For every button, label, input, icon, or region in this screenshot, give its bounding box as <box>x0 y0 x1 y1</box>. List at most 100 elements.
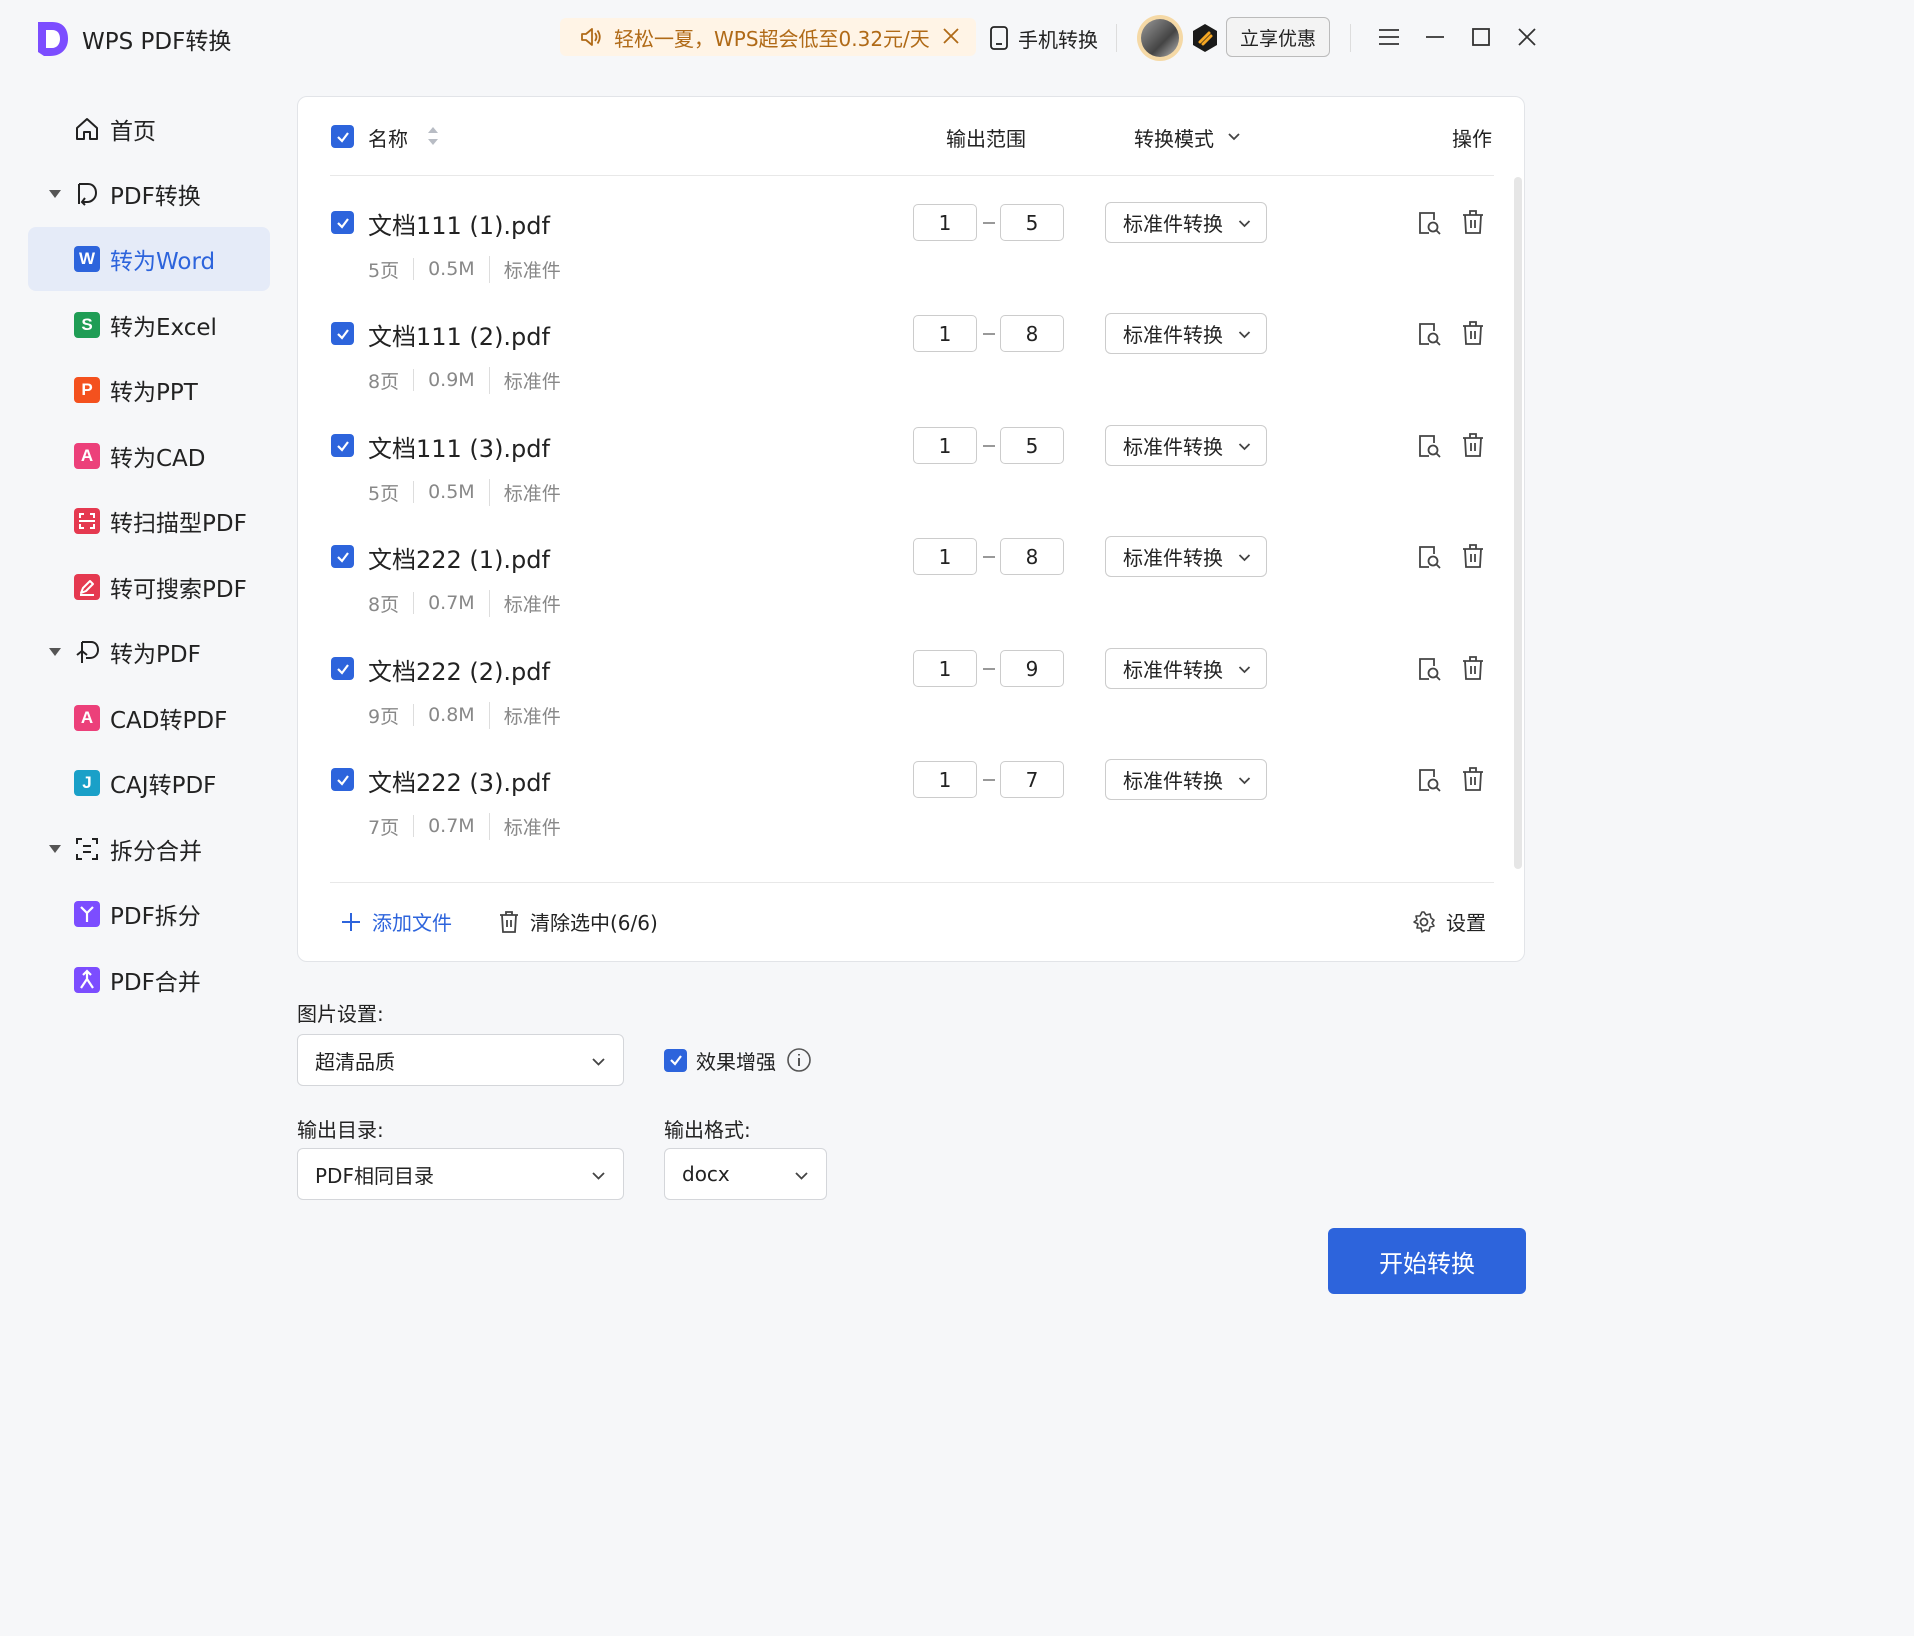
delete-icon[interactable] <box>1461 543 1485 569</box>
check-icon <box>336 551 349 563</box>
conversion-mode-select[interactable]: 标准件转换 <box>1105 202 1267 243</box>
sidebar-item-to-ppt[interactable]: P 转为PPT <box>28 358 270 422</box>
conversion-mode-select[interactable]: 标准件转换 <box>1105 759 1267 800</box>
column-header-mode[interactable]: 转换模式 <box>1134 123 1214 152</box>
sidebar-item-to-excel[interactable]: S 转为Excel <box>28 293 270 357</box>
sidebar-item-searchable-pdf[interactable]: 转可搜索PDF <box>28 555 270 619</box>
range-to-input[interactable]: 5 <box>1000 427 1064 464</box>
sidebar-item-pdf-merge[interactable]: PDF合并 <box>28 948 270 1012</box>
range-to-input[interactable]: 9 <box>1000 650 1064 687</box>
preview-icon[interactable] <box>1416 210 1442 236</box>
delete-icon[interactable] <box>1461 432 1485 458</box>
delete-icon[interactable] <box>1461 766 1485 792</box>
claim-offer-button[interactable]: 立享优惠 <box>1226 17 1330 57</box>
app-title: WPS PDF转换 <box>82 29 232 55</box>
caj-to-pdf-icon: J <box>74 770 100 796</box>
row-checkbox[interactable] <box>331 434 354 457</box>
preview-icon[interactable] <box>1416 433 1442 459</box>
conversion-mode-select[interactable]: 标准件转换 <box>1105 313 1267 354</box>
range-separator <box>983 556 995 558</box>
output-format-select[interactable]: docx <box>664 1148 827 1200</box>
row-checkbox[interactable] <box>331 545 354 568</box>
range-separator <box>983 445 995 447</box>
add-file-button[interactable]: 添加文件 <box>340 907 452 936</box>
close-promo-icon[interactable] <box>940 25 962 47</box>
promo-banner[interactable]: 轻松一夏，WPS超会低至0.32元/天 <box>560 18 976 56</box>
table-row[interactable]: 文档111 (2).pdf 8页 0.9M 标准件 1 8 标准件转换 <box>298 305 1524 416</box>
sidebar-item-label: 转为PDF <box>110 642 201 668</box>
start-convert-button[interactable]: 开始转换 <box>1328 1228 1526 1294</box>
row-checkbox[interactable] <box>331 768 354 791</box>
mobile-convert-button[interactable]: 手机转换 <box>988 20 1098 56</box>
row-checkbox[interactable] <box>331 657 354 680</box>
range-from-input[interactable]: 1 <box>913 315 977 352</box>
table-row[interactable]: 文档222 (2).pdf 9页 0.8M 标准件 1 9 标准件转换 <box>298 640 1524 751</box>
sidebar-item-to-word[interactable]: W 转为Word <box>28 227 270 291</box>
range-to-input[interactable]: 5 <box>1000 204 1064 241</box>
sidebar-item-label: 转可搜索PDF <box>110 577 247 603</box>
info-icon[interactable] <box>786 1047 812 1073</box>
column-header-name[interactable]: 名称 <box>368 123 408 152</box>
conversion-mode-value: 标准件转换 <box>1123 323 1223 347</box>
table-row[interactable]: 文档222 (1).pdf 8页 0.7M 标准件 1 8 标准件转换 <box>298 528 1524 639</box>
sidebar-group-to-pdf[interactable]: 转为PDF <box>28 620 270 684</box>
range-from-input[interactable]: 1 <box>913 204 977 241</box>
check-icon <box>669 1055 682 1066</box>
delete-icon[interactable] <box>1461 320 1485 346</box>
pdf-convert-icon <box>78 183 98 206</box>
preview-icon[interactable] <box>1416 656 1442 682</box>
page-count: 8页 <box>368 370 400 393</box>
row-checkbox[interactable] <box>331 322 354 345</box>
preview-icon[interactable] <box>1416 321 1442 347</box>
conversion-mode-select[interactable]: 标准件转换 <box>1105 648 1267 689</box>
sidebar-group-pdf-convert[interactable]: PDF转换 <box>28 162 270 226</box>
table-row[interactable]: 文档111 (3).pdf 5页 0.5M 标准件 1 5 标准件转换 <box>298 417 1524 528</box>
range-from-input[interactable]: 1 <box>913 650 977 687</box>
sidebar-group-split-merge[interactable]: 拆分合并 <box>28 817 270 881</box>
sidebar-item-scan-pdf[interactable]: 转扫描型PDF <box>28 489 270 553</box>
file-kind: 标准件 <box>488 478 575 506</box>
delete-icon[interactable] <box>1461 209 1485 235</box>
sidebar-item-label: 首页 <box>110 119 156 145</box>
range-separator <box>983 222 995 224</box>
enhance-option[interactable]: 效果增强 <box>664 1046 812 1074</box>
sidebar-item-to-cad[interactable]: A 转为CAD <box>28 424 270 488</box>
output-format-value: docx <box>682 1162 730 1186</box>
range-to-input[interactable]: 8 <box>1000 538 1064 575</box>
table-row[interactable]: 文档222 (3).pdf 7页 0.7M 标准件 1 7 标准件转换 <box>298 751 1524 862</box>
preview-icon[interactable] <box>1416 544 1442 570</box>
avatar[interactable] <box>1137 15 1183 61</box>
chevron-down-icon[interactable] <box>1226 129 1242 145</box>
sort-icon[interactable] <box>426 123 440 149</box>
range-to-input[interactable]: 8 <box>1000 315 1064 352</box>
output-dir-select[interactable]: PDF相同目录 <box>297 1148 624 1200</box>
enhance-checkbox[interactable] <box>664 1048 687 1072</box>
maximize-icon[interactable] <box>1468 24 1494 50</box>
settings-button[interactable]: 设置 <box>1412 907 1486 936</box>
chevron-down-icon <box>1238 443 1251 451</box>
sidebar-item-pdf-split[interactable]: PDF拆分 <box>28 882 270 946</box>
sidebar-item-caj-to-pdf[interactable]: J CAJ转PDF <box>28 751 270 815</box>
table-row[interactable]: 文档111 (1).pdf 5页 0.5M 标准件 1 5 标准件转换 <box>298 194 1524 305</box>
sidebar-item-cad-to-pdf[interactable]: A CAD转PDF <box>28 686 270 750</box>
vip-icon[interactable] <box>1191 23 1219 53</box>
range-from-input[interactable]: 1 <box>913 761 977 798</box>
chevron-down-icon <box>1238 220 1251 228</box>
close-window-icon[interactable] <box>1514 24 1540 50</box>
row-checkbox[interactable] <box>331 211 354 234</box>
conversion-mode-select[interactable]: 标准件转换 <box>1105 536 1267 577</box>
conversion-mode-select[interactable]: 标准件转换 <box>1105 425 1267 466</box>
conversion-mode-value: 标准件转换 <box>1123 769 1223 793</box>
preview-icon[interactable] <box>1416 767 1442 793</box>
menu-icon[interactable] <box>1376 24 1402 50</box>
range-to-input[interactable]: 7 <box>1000 761 1064 798</box>
delete-icon[interactable] <box>1461 655 1485 681</box>
image-quality-select[interactable]: 超清品质 <box>297 1034 624 1086</box>
file-size: 0.7M <box>413 815 489 837</box>
select-all-checkbox[interactable] <box>331 125 354 148</box>
minimize-icon[interactable] <box>1422 24 1448 50</box>
range-from-input[interactable]: 1 <box>913 427 977 464</box>
sidebar-item-home[interactable]: 首页 <box>28 97 270 161</box>
clear-selected-button[interactable]: 清除选中(6/6) <box>498 907 658 936</box>
range-from-input[interactable]: 1 <box>913 538 977 575</box>
